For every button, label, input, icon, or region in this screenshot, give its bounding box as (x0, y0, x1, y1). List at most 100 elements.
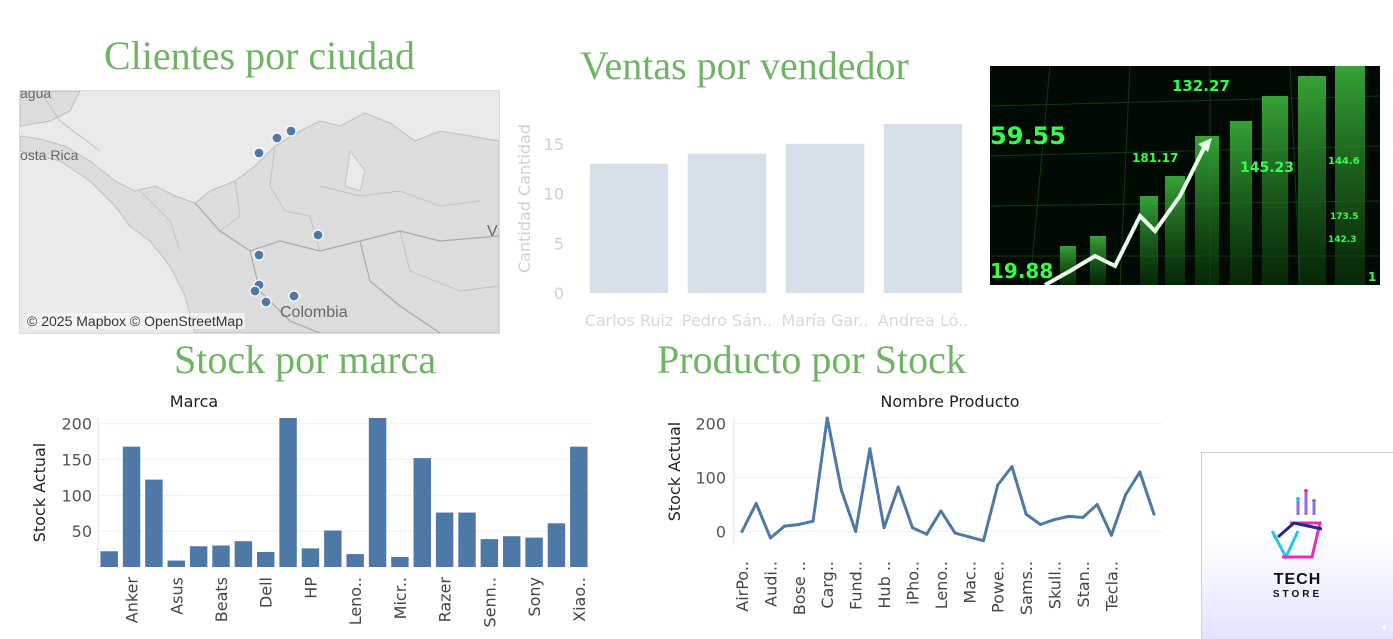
data-point (1010, 465, 1014, 469)
x-tick-label: Sams.. (1017, 561, 1036, 615)
y-tick-label: 15 (544, 135, 564, 154)
bar (167, 560, 185, 567)
data-point (925, 532, 929, 536)
stock-label: 145.23 (1240, 160, 1294, 176)
map-point (249, 285, 261, 297)
x-tick-label: Hub .. (875, 561, 894, 609)
tech-store-logo: ✦ TECH STORE (1201, 452, 1393, 639)
x-tick-label: Xiao.. (570, 577, 589, 622)
data-point (1152, 512, 1156, 516)
bar (234, 541, 253, 567)
product-chart: Nombre Producto 0 100 200 Stock Actual AirPo.… (665, 392, 1162, 615)
logo-line-2: STORE (1272, 589, 1323, 600)
data-point (953, 531, 957, 535)
data-point (868, 447, 872, 451)
data-point (1067, 514, 1071, 518)
bar (100, 551, 118, 567)
stock-label: 142.3 (1328, 235, 1356, 245)
data-point (996, 483, 1000, 487)
bar (785, 143, 865, 293)
x-tick-label: Leno.. (932, 561, 951, 609)
data-point (854, 529, 858, 533)
bar (368, 418, 387, 567)
data-point (1024, 512, 1028, 516)
bar (458, 512, 476, 567)
map-point (260, 296, 272, 308)
x-tick-label: Carlos Ruiz (585, 311, 674, 330)
map-point (312, 229, 324, 241)
y-tick-label: 0 (554, 284, 564, 303)
bar (189, 546, 208, 567)
bar (257, 551, 275, 567)
bar (525, 537, 543, 567)
map-point (288, 290, 300, 302)
bar (503, 536, 521, 567)
x-tick-label: Asus (167, 577, 186, 615)
data-point (967, 535, 971, 539)
data-point (839, 488, 843, 492)
map-title: Clientes por ciudad (104, 33, 416, 78)
data-point (910, 526, 914, 530)
svg-text:✦: ✦ (1380, 623, 1388, 634)
stock-label: 173.5 (1330, 212, 1358, 222)
bar (279, 418, 297, 567)
bar (547, 523, 566, 567)
map-label-costa-rica: osta Rica (20, 147, 79, 163)
x-tick-label: Razer (436, 577, 455, 623)
sales-title: Ventas por vendedor (580, 43, 909, 88)
brand-title: Stock por marca (174, 337, 437, 382)
x-tick-label: Andrea Ló.. (878, 311, 969, 330)
brand-chart: Marca 50 100 150 200 Stock Actual Anker Asus Bea… (30, 392, 590, 627)
map-label-top: agua (20, 90, 52, 101)
x-tick-label: Bose .. (790, 561, 809, 615)
map-point (285, 125, 297, 137)
sales-chart: 0 5 10 15 Cantidad Cantidad Carlos Ruiz Pedro … (515, 123, 969, 330)
map-label-edge: V (487, 223, 498, 240)
x-tick-label: Fund.. (847, 561, 866, 610)
stock-label: 59.55 (990, 122, 1066, 150)
bar (346, 554, 364, 567)
map-attribution[interactable]: © 2025 Mapbox © OpenStreetMap (25, 313, 245, 329)
bar (145, 479, 163, 567)
y-axis-title: Cantidad Cantidad (515, 124, 534, 273)
logo-line-1: TECH (1273, 571, 1322, 588)
data-point (896, 485, 900, 489)
x-tick-label: iPho.. (903, 561, 922, 605)
y-tick-label: 150 (61, 451, 92, 470)
data-point (797, 522, 801, 526)
x-tick-label: Powe.. (989, 561, 1008, 613)
y-tick-label: 10 (544, 185, 564, 204)
x-tick-label: Mac.. (960, 561, 979, 604)
y-tick-label: 0 (716, 522, 726, 541)
map-geography (20, 91, 499, 333)
bar (480, 539, 499, 567)
map-point (253, 147, 265, 159)
x-tick-label: Leno.. (346, 577, 365, 625)
logo-mark-icon: ✦ (1270, 489, 1388, 634)
data-point (1081, 515, 1085, 519)
stock-label: 181.17 (1132, 151, 1178, 165)
data-point (1109, 533, 1113, 537)
chart-title: Nombre Producto (880, 392, 1019, 411)
data-point (811, 519, 815, 523)
x-tick-label: Micr.. (391, 577, 410, 619)
x-tick-label: María Gar.. (781, 311, 868, 330)
stock-label: 19.88 (990, 259, 1053, 283)
stock-label: 1 (1368, 270, 1376, 284)
bar (301, 548, 320, 567)
x-tick-label: Carg.. (818, 561, 837, 609)
bar (883, 123, 963, 293)
bar (687, 153, 767, 293)
data-point (1038, 522, 1042, 526)
bar (413, 458, 431, 567)
stock-label: 132.27 (1172, 77, 1230, 95)
bar (391, 556, 409, 567)
product-title: Producto por Stock (657, 337, 966, 382)
map-point (271, 132, 283, 144)
data-point (1124, 493, 1128, 497)
data-point (1138, 470, 1142, 474)
y-tick-label: 5 (554, 234, 564, 253)
clients-map[interactable]: agua osta Rica Colombia V © 2025 Mapbox … (19, 90, 500, 334)
y-tick-label: 200 (61, 415, 92, 434)
data-point (754, 501, 758, 505)
